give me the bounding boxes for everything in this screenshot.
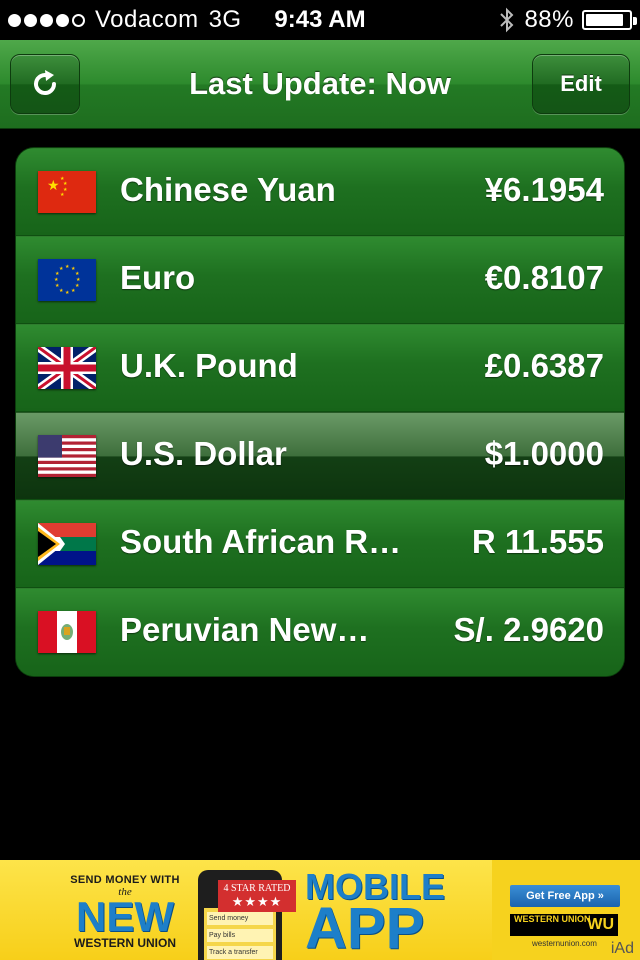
currency-name: Euro xyxy=(120,259,196,296)
navigation-bar: Last Update: Now Edit xyxy=(0,40,640,129)
currency-rate: £0.6387 xyxy=(484,347,604,384)
south-africa-flag-icon xyxy=(38,523,96,565)
ad-phone-item: Pay bills xyxy=(207,929,273,942)
currency-rate: R 11.555 xyxy=(471,523,604,560)
china-flag-icon: ★ ★ ★ ★ ★ xyxy=(38,171,96,213)
currency-row-selected[interactable]: U.S. Dollar $1.0000 xyxy=(16,412,624,500)
ad-app: APP xyxy=(305,896,425,960)
iad-label: iAd xyxy=(610,940,634,957)
currency-rate: €0.8107 xyxy=(484,259,604,296)
currency-row[interactable]: Peruvian New… S/. 2.9620 xyxy=(16,588,624,676)
currency-rate: $1.0000 xyxy=(484,435,604,472)
currency-name: U.K. Pound xyxy=(120,347,298,384)
currency-name: Peruvian New… xyxy=(120,611,370,648)
ad-get-free-app-button[interactable]: Get Free App » xyxy=(510,885,620,907)
currency-rate: ¥6.1954 xyxy=(484,171,604,208)
svg-text:★: ★ xyxy=(60,192,65,198)
ad-url: westernunion.com xyxy=(532,939,597,948)
svg-text:★: ★ xyxy=(59,266,64,272)
svg-text:★: ★ xyxy=(75,283,80,289)
currency-rate: S/. 2.9620 xyxy=(453,611,604,648)
ad-star-rated: 4 STAR RATED xyxy=(223,883,291,894)
western-union-logo: WESTERN UNION WU xyxy=(510,914,618,936)
ad-send-money: SEND MONEY WITH xyxy=(70,874,180,886)
ad-phone-item: Send money xyxy=(207,912,273,925)
bluetooth-icon xyxy=(500,7,514,33)
currency-row[interactable]: South African R… R 11.555 xyxy=(16,500,624,588)
ad-western-union: WESTERN UNION xyxy=(74,936,176,950)
ad-star-rating-badge: 4 STAR RATED ★★★★ xyxy=(218,880,296,912)
currency-row[interactable]: ★ ★ ★ ★ ★ ★ ★ ★ ★ ★ ★ ★ Euro €0.8107 xyxy=(16,236,624,324)
currency-name: U.S. Dollar xyxy=(120,435,287,472)
ad-phone-screen: Send money Pay bills Track a transfer xyxy=(204,908,276,960)
svg-text:★: ★ xyxy=(59,288,64,294)
battery-level xyxy=(586,14,623,26)
ad-new: NEW xyxy=(76,893,174,940)
svg-text:★: ★ xyxy=(65,290,70,296)
currency-name: South African R… xyxy=(120,523,402,560)
currency-list: ★ ★ ★ ★ ★ Chinese Yuan ¥6.1954 ★ ★ ★ ★ ★ ★ ★… xyxy=(16,148,624,676)
ad-banner[interactable]: SEND MONEY WITH the NEW WESTERN UNION Se… xyxy=(0,860,640,960)
ad-headline: SEND MONEY WITH the NEW WESTERN UNION xyxy=(60,874,190,950)
edit-button[interactable]: Edit xyxy=(532,54,630,114)
ad-phone-item: Track a transfer xyxy=(207,946,273,959)
western-union-logo-mark: WU xyxy=(587,916,614,933)
currency-row[interactable]: U.K. Pound £0.6387 xyxy=(16,324,624,412)
battery-percent: 88% xyxy=(524,6,574,33)
svg-text:★: ★ xyxy=(47,177,60,193)
currency-name: Chinese Yuan xyxy=(120,171,336,208)
western-union-logo-text: WESTERN UNION xyxy=(514,914,591,924)
status-right: 88% xyxy=(498,6,637,34)
eu-flag-icon: ★ ★ ★ ★ ★ ★ ★ ★ ★ ★ ★ ★ xyxy=(38,259,96,301)
status-bar: Vodacom 3G 9:43 AM 88% xyxy=(0,0,640,40)
uk-flag-icon xyxy=(38,347,96,389)
peru-flag-icon xyxy=(38,611,96,653)
svg-text:★: ★ xyxy=(54,277,59,283)
ad-stars-icon: ★★★★ xyxy=(231,894,283,909)
svg-text:★: ★ xyxy=(71,288,76,294)
us-flag-icon xyxy=(38,435,96,477)
svg-text:★: ★ xyxy=(65,264,70,270)
battery-icon xyxy=(582,10,637,30)
battery-tip xyxy=(633,17,637,25)
currency-row[interactable]: ★ ★ ★ ★ ★ Chinese Yuan ¥6.1954 xyxy=(16,148,624,236)
svg-text:★: ★ xyxy=(55,283,60,289)
